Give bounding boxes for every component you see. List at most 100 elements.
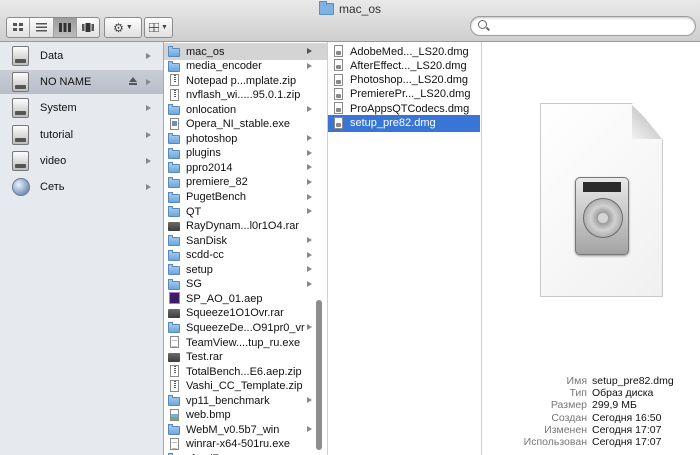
coverflow-view-button[interactable] (77, 18, 99, 37)
disk-icon (12, 72, 29, 92)
zip-archive-icon (170, 74, 179, 87)
file-name: premiere_82 (186, 176, 248, 189)
info-key: Изменен (544, 424, 587, 436)
file-name: PremierePr..._LS20.dmg (350, 88, 471, 101)
folder-icon (168, 278, 180, 290)
disk-image-icon (334, 73, 343, 86)
file-name: winrar-x64-501ru.exe (186, 438, 290, 451)
info-key: Имя (566, 375, 587, 387)
chevron-right-icon[interactable] (146, 184, 151, 190)
file-name: Squeeze1O1Ovr.rar (186, 307, 284, 320)
search-field[interactable] (470, 16, 696, 36)
file-name: Opera_NI_stable.exe (186, 118, 290, 131)
file-name: QT (186, 205, 202, 218)
info-row-size: Размер 299,9 МБ (482, 399, 700, 411)
chevron-right-icon (307, 178, 312, 185)
file-name: plugins (186, 147, 221, 160)
folder-icon (168, 235, 180, 247)
document-icon (170, 437, 179, 450)
window-toolbar: mac_os ⚙ ▼ ▼ (0, 0, 700, 42)
info-row-modified: Изменен Сегодня 17:07 (482, 424, 700, 436)
after-effects-icon (169, 292, 180, 305)
chevron-right-icon (307, 426, 312, 433)
disk-icon (12, 98, 29, 118)
file-row[interactable]: xfaud7x (164, 450, 327, 455)
file-column-1[interactable]: mac_os media_encoder Notepad p...mplate.zi… (164, 42, 328, 455)
sidebar-item-video[interactable]: video (0, 149, 163, 173)
folder-icon (168, 206, 180, 218)
file-name: photoshop (186, 132, 238, 145)
action-menu-button[interactable]: ⚙ ▼ (104, 17, 142, 38)
sidebar-item-tutorial[interactable]: tutorial (0, 123, 163, 147)
chevron-right-icon (307, 324, 312, 331)
chevron-right-icon (307, 266, 312, 273)
chevron-right-icon (307, 397, 312, 404)
sidebar-item-no-name[interactable]: NO NAME (0, 70, 163, 94)
folder-icon (168, 104, 180, 116)
sidebar-item-label: NO NAME (40, 76, 92, 88)
chevron-right-icon[interactable] (146, 105, 151, 111)
zip-archive-icon (170, 379, 179, 392)
file-name: ProAppsQTCodecs.dmg (350, 102, 470, 115)
chevron-right-icon[interactable] (146, 79, 151, 85)
column-view-button[interactable] (53, 18, 77, 37)
file-column-2[interactable]: AdobeMed..._LS20.dmg AfterEffect..._LS20.… (328, 42, 482, 455)
chevron-right-icon (307, 164, 312, 171)
chevron-right-icon[interactable] (146, 158, 151, 164)
zip-archive-icon (170, 365, 179, 378)
file-name: SG (186, 278, 202, 291)
folder-icon (168, 176, 180, 188)
file-name: nvflash_wi.....95.0.1.zip (186, 89, 301, 102)
disk-image-icon (334, 102, 343, 115)
drive-platter (583, 198, 623, 238)
chevron-right-icon (307, 251, 312, 258)
folder-icon (168, 46, 180, 57)
sidebar-item-data[interactable]: Data (0, 44, 163, 68)
file-name: ppro2014 (186, 161, 233, 174)
info-key: Размер (550, 399, 587, 411)
icon-view-button[interactable] (7, 18, 31, 37)
chevron-right-icon[interactable] (146, 53, 151, 59)
info-value: setup_pre82.dmg (592, 375, 674, 387)
list-view-button[interactable] (30, 18, 54, 37)
disk-image-icon (334, 116, 343, 129)
sidebar-item-label: tutorial (40, 129, 74, 141)
file-name: media_encoder (186, 60, 262, 73)
sidebar-item-system[interactable]: System (0, 96, 163, 120)
sidebar-item-network[interactable]: Сеть (0, 175, 163, 199)
icon-view-icon (12, 23, 23, 31)
column-view-icon (58, 23, 71, 32)
file-row[interactable]: setup_pre82.dmg (328, 114, 480, 132)
info-value: Сегодня 17:07 (592, 436, 662, 448)
file-name: setup (186, 263, 213, 276)
action-button-inner: ⚙ ▼ (105, 18, 141, 37)
search-input[interactable] (493, 19, 692, 34)
zip-archive-icon (170, 88, 179, 101)
file-name: SanDisk (186, 234, 227, 247)
folder-icon (168, 191, 180, 203)
grid-icon (149, 23, 160, 32)
folder-icon (168, 133, 180, 145)
gear-icon: ⚙ (113, 20, 124, 35)
chevron-right-icon (307, 135, 312, 142)
sidebar: Data NO NAME System tutorial video Сеть (0, 42, 164, 455)
file-name: web.bmp (186, 409, 231, 422)
info-value: Сегодня 17:07 (592, 424, 662, 436)
chevron-right-icon (307, 193, 312, 200)
arrange-menu-button[interactable]: ▼ (144, 17, 173, 38)
column-1-scrollbar[interactable] (316, 300, 322, 450)
info-row-type: Тип Образ диска (482, 387, 700, 399)
file-name: AfterEffect..._LS20.dmg (350, 59, 467, 72)
file-name: setup_pre82.dmg (350, 117, 436, 129)
file-name: mac_os (186, 45, 225, 58)
folder-icon (168, 395, 180, 407)
disk-image-icon (334, 45, 343, 57)
file-name: AdobeMed..._LS20.dmg (350, 45, 469, 58)
application-icon (170, 117, 179, 130)
file-name: RayDynam...l0r1O4.rar (186, 220, 300, 233)
eject-icon[interactable] (129, 77, 137, 85)
chevron-right-icon[interactable] (146, 132, 151, 138)
disk-image-icon (334, 59, 343, 72)
info-key: Использован (523, 436, 587, 448)
info-value: Сегодня 16:50 (592, 412, 662, 424)
